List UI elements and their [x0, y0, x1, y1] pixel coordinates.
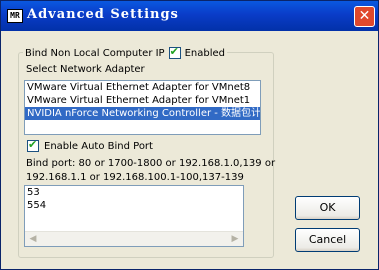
cancel-button[interactable]: Cancel	[295, 228, 360, 252]
bind-port-hint-line1: Bind port: 80 or 1700-1800 or 192.168.1.…	[26, 158, 276, 169]
auto-bind-label[interactable]: Enable Auto Bind Port	[44, 141, 153, 152]
network-adapter-list[interactable]: VMware Virtual Ethernet Adapter for VMne…	[24, 80, 261, 135]
list-item[interactable]: VMware Virtual Ethernet Adapter for VMne…	[25, 81, 260, 94]
scroll-right-icon[interactable]: ▶	[229, 233, 241, 245]
ok-button[interactable]: OK	[295, 196, 360, 220]
horizontal-scrollbar[interactable]: ◀ ▶	[25, 231, 243, 246]
check-icon: ✔	[169, 45, 179, 58]
list-item[interactable]: VMware Virtual Ethernet Adapter for VMne…	[25, 94, 260, 107]
scroll-left-icon[interactable]: ◀	[27, 233, 39, 245]
group-label: Bind Non Local Computer IP	[25, 47, 165, 59]
bind-port-hint-line2: 192.168.1.1 or 192.168.100.1-100,137-139	[26, 172, 244, 183]
enabled-checkbox[interactable]: ✔	[168, 45, 181, 59]
ports-textarea[interactable]: 53 554 ◀ ▶	[24, 185, 244, 247]
close-button[interactable]: ✕	[354, 6, 375, 27]
enabled-label[interactable]: Enabled	[185, 48, 225, 59]
check-icon: ✔	[28, 138, 38, 151]
port-line: 554	[27, 200, 47, 211]
app-icon: MR	[7, 9, 23, 23]
title-bar[interactable]: MR Advanced Settings ✕	[1, 1, 378, 31]
select-adapter-label: Select Network Adapter	[26, 64, 145, 75]
group-legend: Bind Non Local Computer IP ✔ Enabled	[23, 45, 228, 60]
advanced-settings-dialog: MR Advanced Settings ✕ Bind Non Local Co…	[0, 0, 379, 270]
auto-bind-row: ✔ Enable Auto Bind Port	[27, 138, 153, 152]
bind-port-hint: Bind port: 80 or 1700-1800 or 192.168.1.…	[26, 157, 276, 185]
window-title: Advanced Settings	[27, 7, 179, 22]
list-item-selected[interactable]: NVIDIA nForce Networking Controller - 数据…	[25, 107, 260, 120]
auto-bind-checkbox[interactable]: ✔	[27, 138, 39, 152]
port-line: 53	[27, 187, 40, 198]
